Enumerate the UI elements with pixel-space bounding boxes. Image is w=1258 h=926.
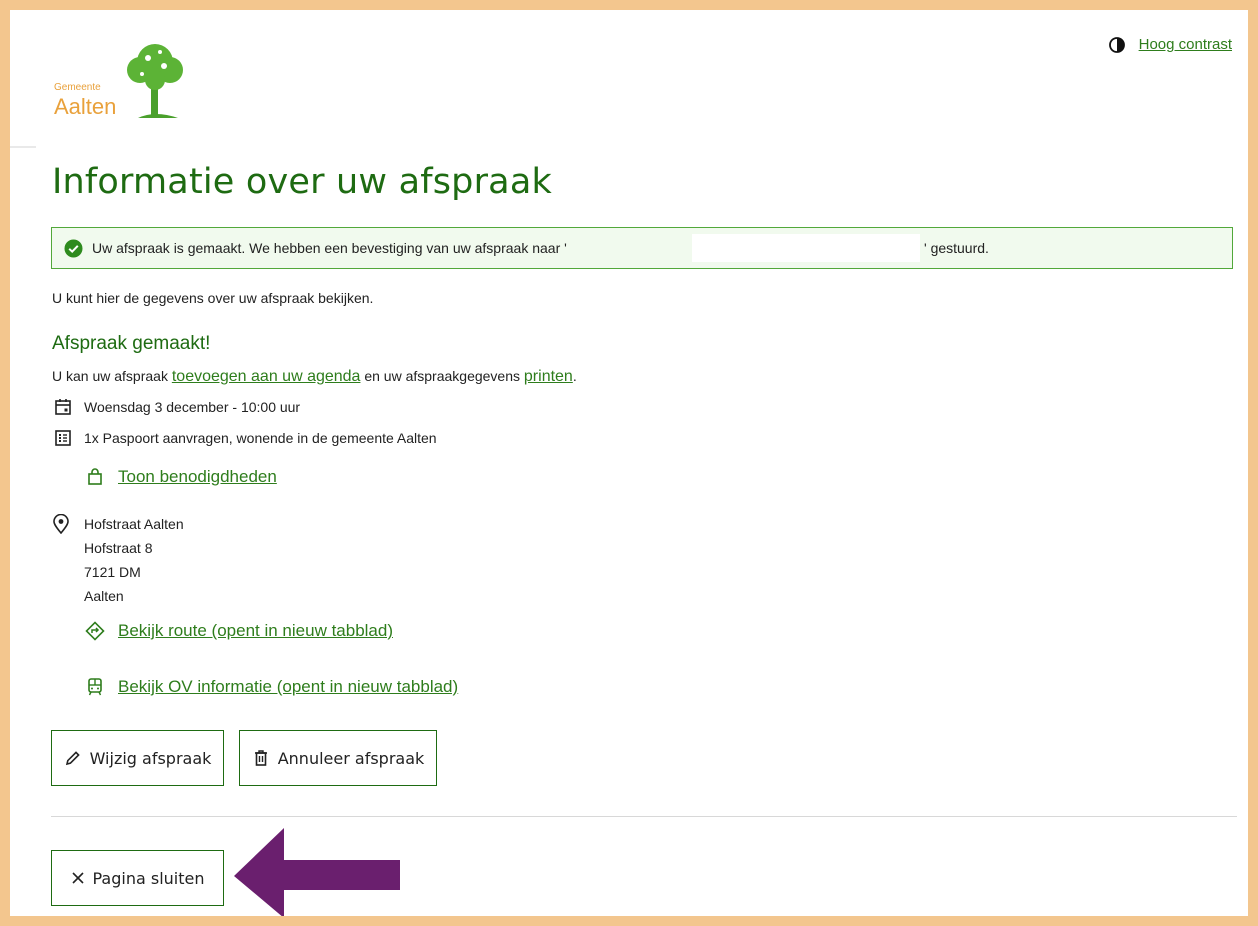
location-pin-icon: [52, 513, 70, 539]
app-frame: Gemeente Aalten Hoog contrast Informatie…: [10, 10, 1248, 916]
alert-message-end: ' gestuurd.: [924, 240, 989, 256]
view-route-link[interactable]: Bekijk route (opent in nieuw tabblad): [118, 621, 393, 641]
addcal-suffix: .: [572, 368, 577, 384]
addcal-prefix: U kan uw afspraak: [52, 368, 172, 384]
trash-icon: [252, 749, 270, 767]
location-city: Aalten: [84, 588, 124, 604]
close-label: Pagina sluiten: [92, 868, 205, 888]
product-text: 1x Paspoort aanvragen, wonende in de gem…: [84, 430, 437, 446]
location-address: Hofstraat Aalten Hofstraat 8 7121 DM Aal…: [84, 512, 184, 608]
gemeente-aalten-logo[interactable]: Gemeente Aalten: [54, 40, 194, 132]
section-divider: [51, 816, 1237, 817]
location-name: Hofstraat Aalten: [84, 516, 184, 532]
train-icon: [84, 676, 106, 698]
appointment-datetime: Woensdag 3 december - 10:00 uur: [52, 396, 300, 418]
intro-text: U kunt hier de gegevens over uw afspraak…: [52, 290, 374, 306]
view-ov-link[interactable]: Bekijk OV informatie (opent in nieuw tab…: [118, 677, 458, 697]
datetime-text: Woensdag 3 december - 10:00 uur: [84, 399, 301, 415]
requirements-row: Toon benodigdheden: [84, 466, 277, 488]
ov-row: Bekijk OV informatie (opent in nieuw tab…: [84, 676, 458, 698]
high-contrast-link[interactable]: Hoog contrast: [1139, 36, 1232, 53]
location-street: Hofstraat 8: [84, 540, 153, 556]
contrast-toggle[interactable]: Hoog contrast: [1108, 36, 1232, 53]
logo-small-text: Gemeente: [54, 82, 101, 93]
add-to-calendar-text: U kan uw afspraak toevoegen aan uw agend…: [52, 368, 577, 386]
calendar-icon: [52, 396, 74, 418]
shopping-bag-icon: [84, 466, 106, 488]
annotation-arrow-icon: [234, 828, 400, 916]
close-icon: [71, 871, 85, 885]
edit-appointment-button[interactable]: Wijzig afspraak: [51, 730, 224, 786]
logo-big-text: Aalten: [54, 94, 117, 119]
route-row: Bekijk route (opent in nieuw tabblad): [84, 620, 393, 642]
check-circle-icon: [64, 239, 83, 258]
location-postcode: 7121 DM: [84, 564, 141, 580]
appointment-product: 1x Paspoort aanvragen, wonende in de gem…: [52, 427, 437, 449]
cancel-appointment-button[interactable]: Annuleer afspraak: [239, 730, 437, 786]
redacted-email: [692, 234, 920, 262]
success-alert: Uw afspraak is gemaakt. We hebben een be…: [51, 227, 1233, 269]
show-requirements-link[interactable]: Toon benodigdheden: [118, 467, 277, 487]
addcal-middle: en uw afspraakgegevens: [360, 368, 524, 384]
section-title: Afspraak gemaakt!: [52, 333, 211, 354]
page-title: Informatie over uw afspraak: [52, 162, 552, 202]
cancel-label: Annuleer afspraak: [277, 748, 425, 768]
close-page-button[interactable]: Pagina sluiten: [51, 850, 224, 906]
add-to-agenda-link[interactable]: toevoegen aan uw agenda: [172, 368, 361, 385]
print-link[interactable]: printen: [524, 368, 573, 385]
directions-icon: [84, 620, 106, 642]
edit-label: Wijzig afspraak: [89, 748, 212, 768]
tree-icon: [127, 44, 183, 118]
pencil-icon: [64, 749, 82, 767]
contrast-icon: [1108, 36, 1125, 53]
list-icon: [52, 427, 74, 449]
header-divider: [10, 146, 36, 148]
alert-message: Uw afspraak is gemaakt. We hebben een be…: [92, 240, 567, 256]
